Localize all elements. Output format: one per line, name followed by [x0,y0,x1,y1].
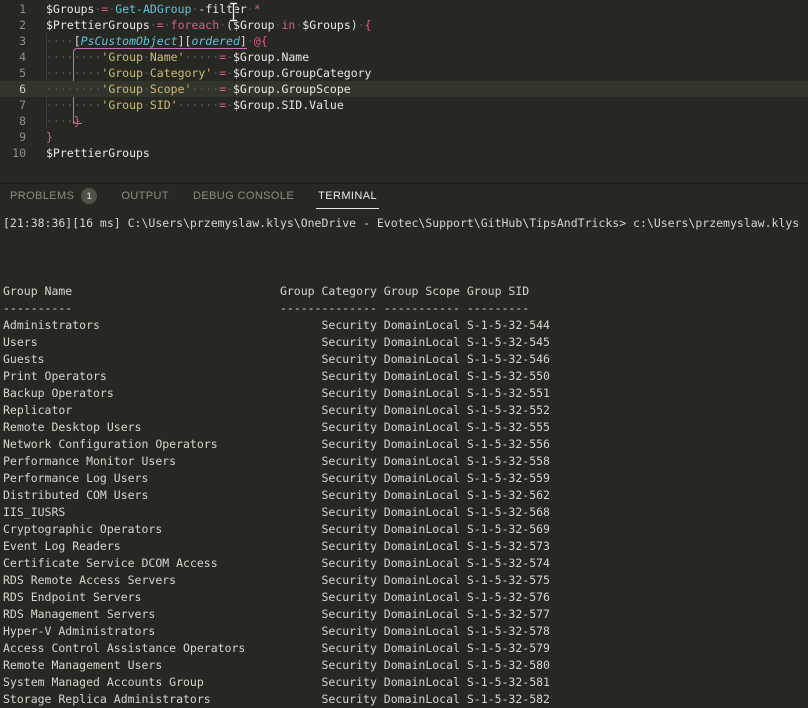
code-text[interactable]: } [34,129,53,145]
problems-count-badge: 1 [81,188,97,204]
editor-line-6[interactable]: 6········'Group·Scope'····=·$Group.Group… [0,81,808,97]
code-text[interactable]: ····[PsCustomObject][ordered]·@{ [34,33,268,49]
terminal-panel[interactable]: [21:38:36][16 ms] C:\Users\przemyslaw.kl… [0,209,808,708]
editor-line-1[interactable]: 1$Groups·=·Get-ADGroup·-filter·* [0,1,808,17]
line-number: 2 [0,17,34,33]
editor-line-2[interactable]: 2$PrettierGroups·=·foreach·($Group·in·$G… [0,17,808,33]
ibeam-text-pointer [228,2,239,22]
editor-line-10[interactable]: 10$PrettierGroups [0,145,808,161]
line-number: 3 [0,33,34,49]
code-text[interactable]: $PrettierGroups [34,145,150,161]
editor-lines: 1$Groups·=·Get-ADGroup·-filter·*2$Pretti… [0,1,808,161]
line-number: 4 [0,49,34,65]
code-text[interactable]: ····} [34,113,81,129]
code-text[interactable]: $PrettierGroups·=·foreach·($Group·in·$Gr… [34,17,372,33]
tab-output-label: OUTPUT [121,190,169,202]
tab-terminal-label: TERMINAL [318,190,377,202]
editor-line-5[interactable]: 5········'Group·Category'·=·$Group.Group… [0,65,808,81]
editor-line-9[interactable]: 9} [0,129,808,145]
code-text[interactable]: ········'Group·SID'······=·$Group.SID.Va… [34,97,344,113]
line-number: 7 [0,97,34,113]
panel-tab-bar: PROBLEMS 1 OUTPUT DEBUG CONSOLE TERMINAL [0,184,808,209]
line-number: 8 [0,113,34,129]
line-number: 10 [0,145,34,161]
code-text[interactable]: $Groups·=·Get-ADGroup·-filter·* [34,1,261,17]
code-text[interactable]: ········'Group·Name'·····=·$Group.Name [34,49,309,65]
editor-line-3[interactable]: 3····[PsCustomObject][ordered]·@{ [0,33,808,49]
tab-problems[interactable]: PROBLEMS 1 [8,184,99,209]
terminal-output[interactable]: [21:38:36][16 ms] C:\Users\przemyslaw.kl… [0,209,808,708]
tab-problems-label: PROBLEMS [10,190,74,202]
tab-debug-console-label: DEBUG CONSOLE [193,190,294,202]
vscode-window: 1$Groups·=·Get-ADGroup·-filter·*2$Pretti… [0,0,808,708]
tab-output[interactable]: OUTPUT [119,184,171,209]
code-text[interactable]: ········'Group·Category'·=·$Group.GroupC… [34,65,371,81]
tab-debug-console[interactable]: DEBUG CONSOLE [191,184,296,209]
line-number: 1 [0,1,34,17]
tab-terminal[interactable]: TERMINAL [316,184,379,209]
code-editor[interactable]: 1$Groups·=·Get-ADGroup·-filter·*2$Pretti… [0,0,808,183]
line-number: 9 [0,129,34,145]
editor-line-8[interactable]: 8····} [0,113,808,129]
line-number: 5 [0,65,34,81]
line-number: 6 [0,81,34,97]
editor-line-4[interactable]: 4········'Group·Name'·····=·$Group.Name [0,49,808,65]
editor-line-7[interactable]: 7········'Group·SID'······=·$Group.SID.V… [0,97,808,113]
code-text[interactable]: ········'Group·Scope'····=·$Group.GroupS… [34,81,351,97]
